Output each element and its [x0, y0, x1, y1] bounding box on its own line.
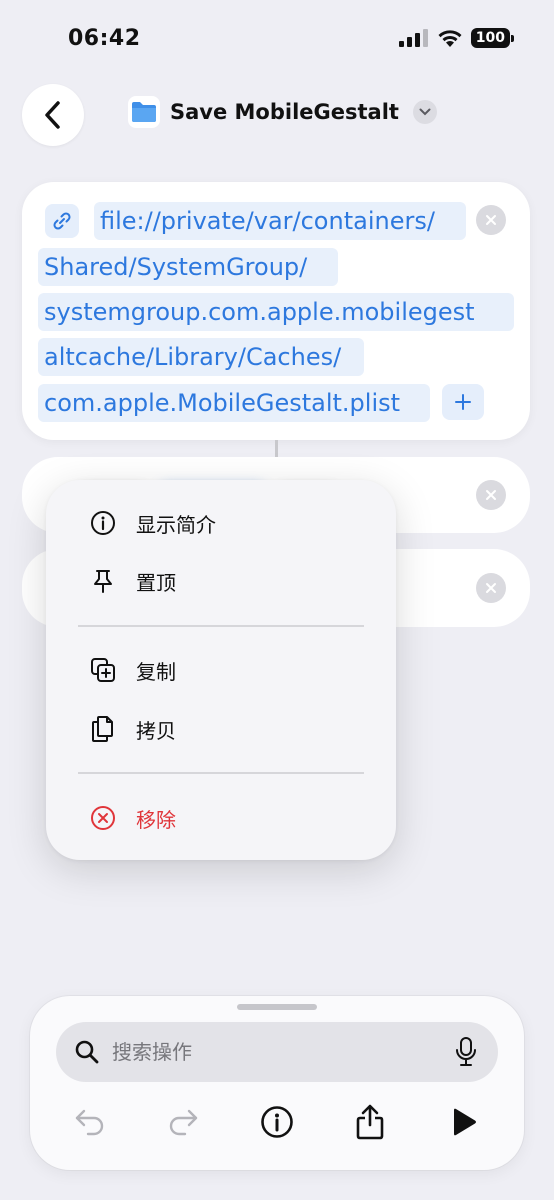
search-icon: [75, 1040, 99, 1064]
path-text-line[interactable]: altcache/Library/Caches/: [38, 338, 364, 376]
chevron-down-icon: [412, 100, 437, 124]
info-icon: [261, 1106, 293, 1138]
page-title: Save MobileGestalt: [170, 100, 399, 124]
close-icon: [486, 215, 496, 225]
clear-path-button[interactable]: [476, 205, 506, 235]
menu-item-label: 显示简介: [136, 512, 216, 537]
close-icon: [486, 490, 496, 500]
status-bar: 06:42 100: [0, 0, 554, 80]
share-icon: [356, 1104, 384, 1140]
remove-circle-icon: [88, 803, 118, 833]
add-variable-button[interactable]: [442, 384, 484, 420]
folder-icon: [128, 96, 160, 128]
sheet-grabber[interactable]: [237, 1004, 317, 1010]
undo-icon: [75, 1109, 104, 1136]
pin-icon: [88, 566, 118, 596]
path-text-line[interactable]: Shared/SystemGroup/: [38, 248, 338, 286]
wifi-icon: [438, 29, 462, 47]
back-button[interactable]: [22, 84, 84, 146]
action-connector: [275, 440, 278, 458]
menu-item-remove[interactable]: 移除: [46, 789, 396, 847]
menu-divider: [78, 772, 364, 774]
undo-button[interactable]: [68, 1100, 112, 1144]
close-icon: [486, 583, 496, 593]
menu-item-duplicate[interactable]: 复制: [46, 641, 396, 699]
menu-item-copy[interactable]: 拷贝: [46, 700, 396, 758]
search-input[interactable]: [112, 1032, 432, 1072]
copy-icon: [88, 714, 118, 744]
remove-action-button[interactable]: [476, 480, 506, 510]
menu-item-label: 复制: [136, 659, 176, 684]
link-icon: [45, 204, 79, 238]
path-text-line[interactable]: systemgroup.com.apple.mobilegest: [38, 293, 514, 331]
redo-button[interactable]: [161, 1100, 205, 1144]
path-text-line[interactable]: file://private/var/containers/: [94, 202, 466, 240]
file-path-card[interactable]: file://private/var/containers/ Shared/Sy…: [22, 182, 530, 440]
shortcut-title-menu[interactable]: Save MobileGestalt: [128, 96, 437, 128]
status-time: 06:42: [68, 26, 141, 51]
editor-toolbar: [30, 1100, 524, 1144]
battery-indicator: 100: [470, 28, 515, 48]
info-button[interactable]: [255, 1100, 299, 1144]
menu-item-label: 置顶: [136, 570, 176, 595]
share-button[interactable]: [348, 1100, 392, 1144]
menu-divider: [78, 625, 364, 627]
microphone-icon[interactable]: [456, 1037, 476, 1067]
chevron-left-icon: [45, 101, 60, 129]
menu-item-label: 移除: [136, 807, 176, 832]
play-icon: [454, 1108, 476, 1136]
remove-action-button[interactable]: [476, 573, 506, 603]
menu-item-pin[interactable]: 置顶: [46, 552, 396, 610]
menu-item-show-info[interactable]: 显示简介: [46, 494, 396, 552]
run-button[interactable]: [442, 1100, 486, 1144]
search-bar[interactable]: [56, 1022, 498, 1082]
plus-icon: [455, 394, 471, 410]
context-menu: 显示简介 置顶 复制 拷贝 移除: [46, 480, 396, 860]
path-text-line[interactable]: com.apple.MobileGestalt.plist: [38, 384, 430, 422]
actions-panel: [30, 996, 524, 1170]
status-icons: 100: [398, 28, 515, 48]
info-circle-icon: [88, 508, 118, 538]
menu-item-label: 拷贝: [136, 718, 176, 743]
duplicate-icon: [88, 655, 118, 685]
redo-icon: [169, 1109, 198, 1136]
cellular-signal-icon: [398, 29, 428, 47]
